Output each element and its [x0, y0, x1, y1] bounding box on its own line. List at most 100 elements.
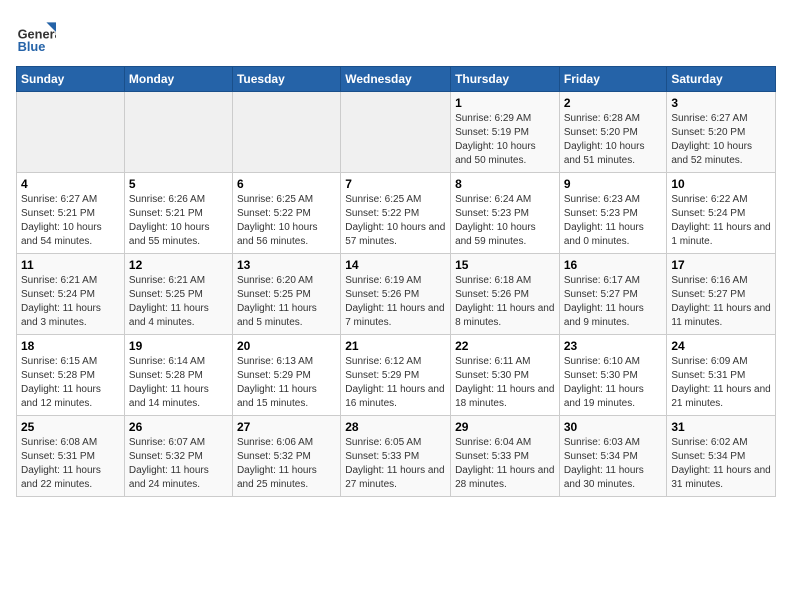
day-number: 4	[21, 177, 120, 191]
day-number: 17	[671, 258, 771, 272]
header-cell-thursday: Thursday	[451, 67, 560, 92]
day-cell	[232, 92, 340, 173]
day-info: Sunrise: 6:15 AMSunset: 5:28 PMDaylight:…	[21, 355, 120, 411]
day-number: 10	[671, 177, 771, 191]
day-cell: 12Sunrise: 6:21 AMSunset: 5:25 PMDayligh…	[124, 254, 232, 335]
day-info: Sunrise: 6:29 AMSunset: 5:19 PMDaylight:…	[455, 112, 555, 168]
day-number: 30	[564, 420, 663, 434]
day-cell: 2Sunrise: 6:28 AMSunset: 5:20 PMDaylight…	[559, 92, 667, 173]
day-number: 2	[564, 96, 663, 110]
day-info: Sunrise: 6:22 AMSunset: 5:24 PMDaylight:…	[671, 193, 771, 249]
svg-text:Blue: Blue	[18, 39, 46, 54]
day-cell: 5 Sunrise: 6:26 AMSunset: 5:21 PMDaylight…	[124, 173, 232, 254]
day-number: 21	[345, 339, 446, 353]
header-cell-friday: Friday	[559, 67, 667, 92]
header-cell-monday: Monday	[124, 67, 232, 92]
day-number: 5	[129, 177, 228, 191]
week-row-1: 4 Sunrise: 6:27 AMSunset: 5:21 PMDaylight…	[17, 173, 776, 254]
day-number: 3	[671, 96, 771, 110]
day-number: 29	[455, 420, 555, 434]
day-cell: 11 Sunrise: 6:21 AMSunset: 5:24 PMDayligh…	[17, 254, 125, 335]
day-info: Sunrise: 6:12 AMSunset: 5:29 PMDaylight:…	[345, 355, 446, 411]
day-info: Sunrise: 6:07 AMSunset: 5:32 PMDaylight:…	[129, 436, 228, 492]
day-info: Sunrise: 6:06 AMSunset: 5:32 PMDaylight:…	[237, 436, 336, 492]
day-info: Sunrise: 6:24 AMSunset: 5:23 PMDaylight:…	[455, 193, 555, 249]
day-number: 9	[564, 177, 663, 191]
day-number: 8	[455, 177, 555, 191]
day-info: Sunrise: 6:26 AMSunset: 5:21 PMDaylight:…	[129, 193, 228, 249]
day-cell: 10 Sunrise: 6:22 AMSunset: 5:24 PMDayligh…	[667, 173, 776, 254]
day-number: 1	[455, 96, 555, 110]
header-cell-wednesday: Wednesday	[341, 67, 451, 92]
day-number: 25	[21, 420, 120, 434]
day-cell	[341, 92, 451, 173]
day-cell: 27 Sunrise: 6:06 AMSunset: 5:32 PMDayligh…	[232, 416, 340, 497]
day-cell: 3 Sunrise: 6:27 AMSunset: 5:20 PMDaylight…	[667, 92, 776, 173]
day-info: Sunrise: 6:19 AMSunset: 5:26 PMDaylight:…	[345, 274, 446, 330]
day-number: 18	[21, 339, 120, 353]
day-number: 28	[345, 420, 446, 434]
day-cell: 14 Sunrise: 6:19 AMSunset: 5:26 PMDayligh…	[341, 254, 451, 335]
day-info: Sunrise: 6:20 AMSunset: 5:25 PMDaylight:…	[237, 274, 336, 330]
day-cell: 30 Sunrise: 6:03 AMSunset: 5:34 PMDayligh…	[559, 416, 667, 497]
day-cell: 21 Sunrise: 6:12 AMSunset: 5:29 PMDayligh…	[341, 335, 451, 416]
header-cell-sunday: Sunday	[17, 67, 125, 92]
day-info: Sunrise: 6:25 AMSunset: 5:22 PMDaylight:…	[237, 193, 336, 249]
day-info: Sunrise: 6:17 AMSunset: 5:27 PMDaylight:…	[564, 274, 663, 330]
day-number: 14	[345, 258, 446, 272]
day-cell: 4 Sunrise: 6:27 AMSunset: 5:21 PMDaylight…	[17, 173, 125, 254]
day-cell: 22 Sunrise: 6:11 AMSunset: 5:30 PMDayligh…	[451, 335, 560, 416]
day-info: Sunrise: 6:25 AMSunset: 5:22 PMDaylight:…	[345, 193, 446, 249]
day-info: Sunrise: 6:13 AMSunset: 5:29 PMDaylight:…	[237, 355, 336, 411]
header-cell-saturday: Saturday	[667, 67, 776, 92]
day-number: 27	[237, 420, 336, 434]
day-number: 22	[455, 339, 555, 353]
day-cell: 16Sunrise: 6:17 AMSunset: 5:27 PMDayligh…	[559, 254, 667, 335]
day-cell: 19 Sunrise: 6:14 AMSunset: 5:28 PMDayligh…	[124, 335, 232, 416]
day-number: 31	[671, 420, 771, 434]
day-number: 23	[564, 339, 663, 353]
header-cell-tuesday: Tuesday	[232, 67, 340, 92]
day-cell: 7 Sunrise: 6:25 AMSunset: 5:22 PMDaylight…	[341, 173, 451, 254]
day-number: 6	[237, 177, 336, 191]
logo: General Blue	[16, 16, 60, 56]
day-info: Sunrise: 6:10 AMSunset: 5:30 PMDaylight:…	[564, 355, 663, 411]
day-info: Sunrise: 6:02 AMSunset: 5:34 PMDaylight:…	[671, 436, 771, 492]
day-cell: 13 Sunrise: 6:20 AMSunset: 5:25 PMDayligh…	[232, 254, 340, 335]
day-number: 15	[455, 258, 555, 272]
day-cell: 18 Sunrise: 6:15 AMSunset: 5:28 PMDayligh…	[17, 335, 125, 416]
day-info: Sunrise: 6:04 AMSunset: 5:33 PMDaylight:…	[455, 436, 555, 492]
day-cell: 23 Sunrise: 6:10 AMSunset: 5:30 PMDayligh…	[559, 335, 667, 416]
day-number: 7	[345, 177, 446, 191]
day-info: Sunrise: 6:08 AMSunset: 5:31 PMDaylight:…	[21, 436, 120, 492]
week-row-3: 18 Sunrise: 6:15 AMSunset: 5:28 PMDayligh…	[17, 335, 776, 416]
day-cell: 8 Sunrise: 6:24 AMSunset: 5:23 PMDaylight…	[451, 173, 560, 254]
day-info: Sunrise: 6:27 AMSunset: 5:20 PMDaylight:…	[671, 112, 771, 168]
day-info: Sunrise: 6:03 AMSunset: 5:34 PMDaylight:…	[564, 436, 663, 492]
calendar-table: SundayMondayTuesdayWednesdayThursdayFrid…	[16, 66, 776, 497]
day-cell: 15Sunrise: 6:18 AMSunset: 5:26 PMDayligh…	[451, 254, 560, 335]
day-info: Sunrise: 6:09 AMSunset: 5:31 PMDaylight:…	[671, 355, 771, 411]
day-number: 11	[21, 258, 120, 272]
day-info: Sunrise: 6:14 AMSunset: 5:28 PMDaylight:…	[129, 355, 228, 411]
day-cell: 24Sunrise: 6:09 AMSunset: 5:31 PMDayligh…	[667, 335, 776, 416]
day-number: 19	[129, 339, 228, 353]
calendar-header: SundayMondayTuesdayWednesdayThursdayFrid…	[17, 67, 776, 92]
day-cell: 29 Sunrise: 6:04 AMSunset: 5:33 PMDayligh…	[451, 416, 560, 497]
day-info: Sunrise: 6:11 AMSunset: 5:30 PMDaylight:…	[455, 355, 555, 411]
day-cell	[124, 92, 232, 173]
day-cell: 25 Sunrise: 6:08 AMSunset: 5:31 PMDayligh…	[17, 416, 125, 497]
day-info: Sunrise: 6:21 AMSunset: 5:24 PMDaylight:…	[21, 274, 120, 330]
day-number: 13	[237, 258, 336, 272]
page-header: General Blue	[16, 16, 776, 56]
day-info: Sunrise: 6:27 AMSunset: 5:21 PMDaylight:…	[21, 193, 120, 249]
week-row-4: 25 Sunrise: 6:08 AMSunset: 5:31 PMDayligh…	[17, 416, 776, 497]
day-cell: 28Sunrise: 6:05 AMSunset: 5:33 PMDayligh…	[341, 416, 451, 497]
day-info: Sunrise: 6:21 AMSunset: 5:25 PMDaylight:…	[129, 274, 228, 330]
week-row-2: 11 Sunrise: 6:21 AMSunset: 5:24 PMDayligh…	[17, 254, 776, 335]
logo-icon: General Blue	[16, 16, 56, 56]
day-number: 20	[237, 339, 336, 353]
day-number: 26	[129, 420, 228, 434]
day-cell: 1 Sunrise: 6:29 AMSunset: 5:19 PMDaylight…	[451, 92, 560, 173]
day-info: Sunrise: 6:23 AMSunset: 5:23 PMDaylight:…	[564, 193, 663, 249]
